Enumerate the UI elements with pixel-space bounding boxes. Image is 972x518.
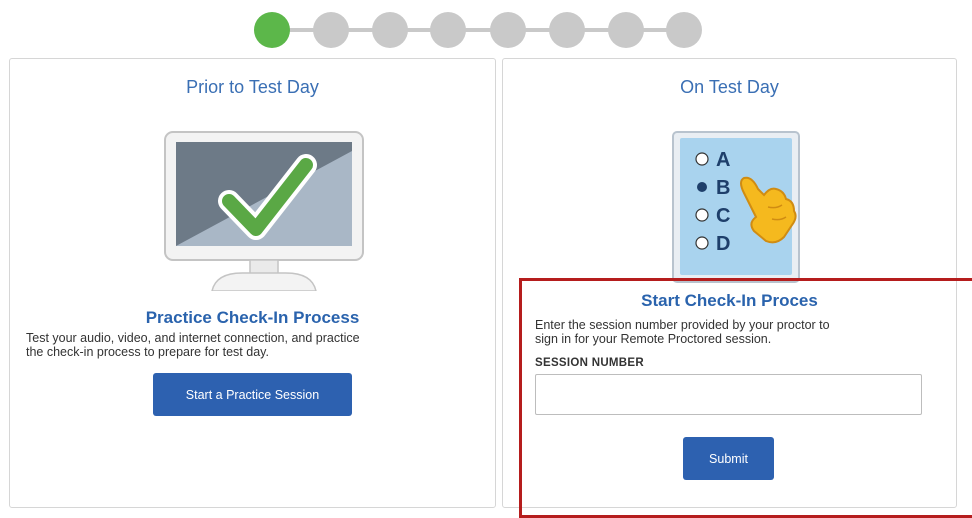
- step-4-dot: [430, 12, 466, 48]
- step-6-dot: [549, 12, 585, 48]
- monitor-checkmark-icon: [164, 131, 364, 291]
- step-1-dot: [254, 12, 290, 48]
- practice-description-line2: the check-in process to prepare for test…: [26, 345, 269, 359]
- check-in-description-line1: Enter the session number provided by you…: [535, 318, 830, 332]
- option-b-label: B: [716, 177, 730, 199]
- session-number-label: SESSION NUMBER: [535, 357, 644, 369]
- progress-stepper: [254, 12, 702, 48]
- option-a-label: A: [716, 149, 730, 171]
- step-8-dot: [666, 12, 702, 48]
- option-d-label: D: [716, 233, 730, 255]
- step-3-dot: [372, 12, 408, 48]
- prior-to-test-day-panel: Prior to Test Day Practice Check-In Proc…: [9, 58, 496, 508]
- practice-heading: Practice Check-In Process: [145, 308, 360, 327]
- start-practice-session-button[interactable]: Start a Practice Session: [153, 373, 352, 416]
- start-check-in-heading: Start Check-In Proces: [641, 291, 818, 310]
- session-number-input[interactable]: [535, 374, 922, 415]
- check-in-description-line2: sign in for your Remote Proctored sessio…: [535, 332, 772, 346]
- step-2-dot: [313, 12, 349, 48]
- panel-title-prior: Prior to Test Day: [186, 77, 319, 97]
- check-in-description: Enter the session number provided by you…: [535, 318, 830, 346]
- option-c-label: C: [716, 205, 730, 227]
- practice-description-line1: Test your audio, video, and internet con…: [26, 331, 360, 345]
- practice-description: Test your audio, video, and internet con…: [26, 331, 360, 359]
- panel-title-ontest: On Test Day: [680, 77, 779, 97]
- step-7-dot: [608, 12, 644, 48]
- step-5-dot: [490, 12, 526, 48]
- answer-sheet-icon: A B C D: [672, 131, 800, 283]
- submit-button[interactable]: Submit: [683, 437, 774, 480]
